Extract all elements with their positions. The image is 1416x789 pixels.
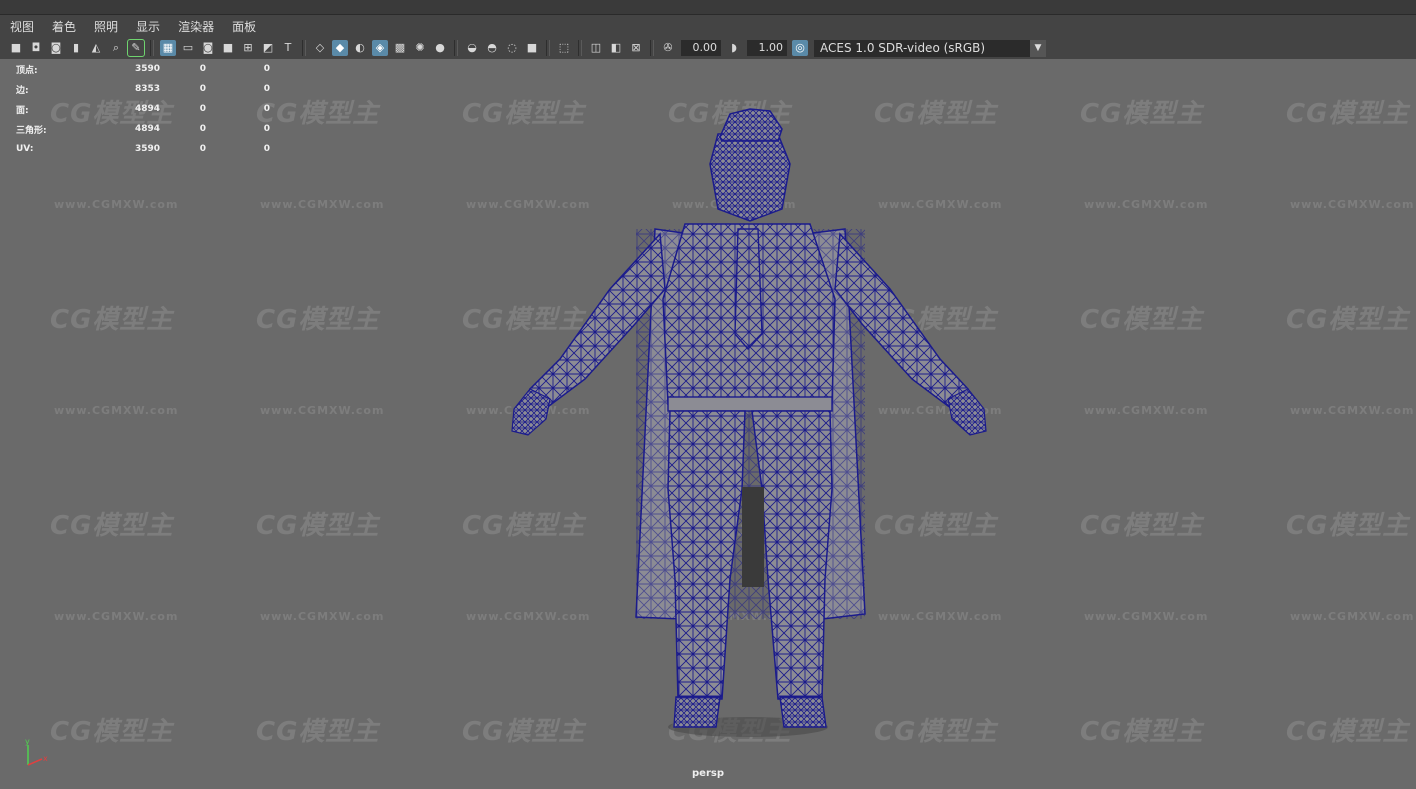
wireframe-on-shaded-icon[interactable]: ◈ xyxy=(372,40,388,56)
camera-lock-icon[interactable]: ◘ xyxy=(28,40,44,56)
hud-stat-label: UV: xyxy=(16,144,34,154)
color-management-icon[interactable]: ◎ xyxy=(792,40,808,56)
x-axis-line xyxy=(27,758,43,766)
toolbar-separator xyxy=(650,40,654,56)
gamma-field[interactable]: 1.00 xyxy=(747,40,787,56)
hud-stat-triangles: 0 xyxy=(263,144,270,154)
grid-icon[interactable]: ▦ xyxy=(160,40,176,56)
use-lights-icon[interactable]: ✺ xyxy=(412,40,428,56)
film-gate-icon[interactable]: ▭ xyxy=(180,40,196,56)
hud-stat-triangles: 0 xyxy=(263,64,270,74)
shadows-icon[interactable]: ● xyxy=(432,40,448,56)
3d-viewport[interactable]: CG模型主 www.CGMXW.com CG模型主 www.CGMXW.com CG模型… xyxy=(0,59,1416,789)
toolbar-separator xyxy=(150,40,154,56)
menu-shading[interactable]: 着色 xyxy=(42,18,84,35)
top-shelf-strip xyxy=(0,0,1416,15)
image-plane-icon[interactable]: ◭ xyxy=(88,40,104,56)
chevron-down-icon: ▼ xyxy=(1030,39,1046,57)
toolbar-separator xyxy=(302,40,306,56)
hud-stat-triangles: 0 xyxy=(263,104,270,114)
camera-name-label: persp xyxy=(692,768,724,779)
belt xyxy=(667,396,833,412)
depth-of-field-icon[interactable]: ■ xyxy=(524,40,540,56)
textured-icon[interactable]: ▩ xyxy=(392,40,408,56)
y-axis-label: y xyxy=(25,737,30,746)
xray-joints-icon[interactable]: ◧ xyxy=(608,40,624,56)
backface-icon[interactable]: ⊠ xyxy=(628,40,644,56)
hud-stat-total: 4894 xyxy=(134,104,160,114)
gate-mask-icon[interactable]: ■ xyxy=(220,40,236,56)
hud-row: 面: 4894 0 0 xyxy=(16,99,270,119)
hud-row: 边: 8353 0 0 xyxy=(16,79,270,99)
toolbar-separator xyxy=(578,40,582,56)
hud-stat-label: 边: xyxy=(16,85,29,96)
camera-icon[interactable]: ■ xyxy=(8,40,24,56)
grease-pencil-icon[interactable]: ✎ xyxy=(127,39,145,57)
isolate-select-icon[interactable]: ⬚ xyxy=(556,40,572,56)
panel-menu-bar: 视图 着色 照明 显示 渲染器 面板 xyxy=(0,15,1416,37)
snapshot-icon[interactable]: ⌕ xyxy=(108,40,124,56)
safe-action-icon[interactable]: ◩ xyxy=(260,40,276,56)
hud-stat-label: 顶点: xyxy=(16,65,38,76)
hud-stat-selected: 0 xyxy=(199,64,206,74)
gamma-icon[interactable]: ◗ xyxy=(726,40,742,56)
hud-stat-selected: 0 xyxy=(199,124,206,134)
hud-stat-total: 3590 xyxy=(134,144,160,154)
hud-row: UV: 3590 0 0 xyxy=(16,139,270,159)
hud-row: 三角形: 4894 0 0 xyxy=(16,119,270,139)
field-chart-icon[interactable]: ⊞ xyxy=(240,40,256,56)
wireframe-icon[interactable]: ◇ xyxy=(312,40,328,56)
exposure-field[interactable]: 0.00 xyxy=(681,40,721,56)
menu-lighting[interactable]: 照明 xyxy=(84,18,126,35)
menu-renderer[interactable]: 渲染器 xyxy=(168,18,222,35)
colorspace-value: ACES 1.0 SDR-video (sRGB) xyxy=(820,40,986,55)
x-axis-label: x xyxy=(43,754,48,763)
hud-stat-total: 3590 xyxy=(134,64,160,74)
multisample-aa-icon[interactable]: ◌ xyxy=(504,40,520,56)
hud-stat-triangles: 0 xyxy=(263,84,270,94)
leg-gap xyxy=(742,487,764,587)
camera-attr-icon[interactable]: ◙ xyxy=(48,40,64,56)
exposure-icon[interactable]: ✇ xyxy=(660,40,676,56)
hud-stat-triangles: 0 xyxy=(263,124,270,134)
hud-stat-selected: 0 xyxy=(199,144,206,154)
toolbar-separator xyxy=(454,40,458,56)
hud-row: 顶点: 3590 0 0 xyxy=(16,59,270,79)
xray-icon[interactable]: ◫ xyxy=(588,40,604,56)
resolution-gate-icon[interactable]: ◙ xyxy=(200,40,216,56)
character-wireframe-model xyxy=(511,108,987,737)
motion-blur-icon[interactable]: ◓ xyxy=(484,40,500,56)
safe-title-icon[interactable]: T xyxy=(280,40,296,56)
hud-stat-total: 8353 xyxy=(134,84,160,94)
bookmark-icon[interactable]: ▮ xyxy=(68,40,84,56)
screen-ambient-occlusion-icon[interactable]: ◒ xyxy=(464,40,480,56)
poly-count-hud: 顶点: 3590 0 0 边: 8353 0 0 面: 4894 0 0 三角形: 4894 0 0 UV: 35… xyxy=(16,59,270,159)
panel-toolbar: ■ ◘ ◙ ▮ ◭ ⌕ ✎ ▦ ▭ ◙ ■ ⊞ ◩ T ◇ ◆ ◐ ◈ ▩ ✺ … xyxy=(0,37,1416,59)
hud-stat-selected: 0 xyxy=(199,104,206,114)
hud-stat-selected: 0 xyxy=(199,84,206,94)
default-material-icon[interactable]: ◐ xyxy=(352,40,368,56)
menu-view[interactable]: 视图 xyxy=(0,18,42,35)
hud-stat-label: 三角形: xyxy=(16,125,47,136)
toolbar-separator xyxy=(546,40,550,56)
hud-stat-total: 4894 xyxy=(134,124,160,134)
menu-show[interactable]: 显示 xyxy=(126,18,168,35)
hud-stat-label: 面: xyxy=(16,105,29,116)
colorspace-dropdown[interactable]: ACES 1.0 SDR-video (sRGB) ▼ xyxy=(814,39,1046,57)
menu-panels[interactable]: 面板 xyxy=(222,18,264,35)
smooth-shade-icon[interactable]: ◆ xyxy=(332,40,348,56)
